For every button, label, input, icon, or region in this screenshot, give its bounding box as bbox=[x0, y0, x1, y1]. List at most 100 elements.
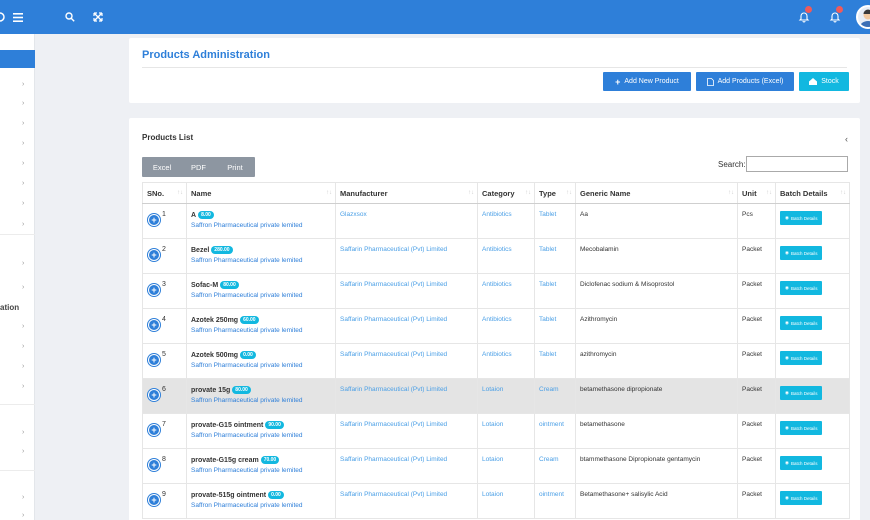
print-button[interactable]: Print bbox=[215, 157, 255, 177]
column-header-type[interactable]: Type ↑↓ bbox=[534, 182, 576, 204]
pdf-button[interactable]: PDF bbox=[182, 157, 215, 177]
column-header-unit[interactable]: Unit ↑↓ bbox=[737, 182, 776, 204]
batch-details-button[interactable]: ◉ Batch Details bbox=[780, 456, 823, 470]
stock-button[interactable]: Stock bbox=[799, 72, 849, 91]
type-link[interactable]: Tablet bbox=[539, 351, 556, 358]
chevron-right-icon[interactable]: › bbox=[22, 180, 24, 187]
search-input[interactable] bbox=[746, 156, 848, 172]
sidebar-divider bbox=[0, 470, 35, 471]
chevron-right-icon[interactable]: › bbox=[22, 383, 24, 390]
type-link[interactable]: ointment bbox=[539, 491, 564, 498]
column-header-sno[interactable]: SNo. ↑↓ bbox=[142, 182, 187, 204]
batch-details-button[interactable]: ◉ Batch Details bbox=[780, 491, 823, 505]
table-row[interactable]: +5 Azotek 500mg 0.00 Saffron Pharmaceutical… bbox=[142, 343, 850, 379]
category-link[interactable]: Lotaion bbox=[482, 491, 503, 498]
manufacturer-link[interactable]: Saffarin Pharmaceutical (Pvt) Limited bbox=[340, 316, 447, 323]
manufacturer-link[interactable]: Glazxsox bbox=[340, 211, 367, 218]
avatar[interactable] bbox=[856, 5, 870, 29]
add-products-excel-button[interactable]: Add Products (Excel) bbox=[696, 72, 794, 91]
chevron-right-icon[interactable]: › bbox=[22, 100, 24, 107]
chevron-right-icon[interactable]: › bbox=[22, 343, 24, 350]
excel-button[interactable]: Excel bbox=[142, 157, 182, 177]
table-row[interactable]: +7 provate-G15 ointment 90.00 Saffron Pharm… bbox=[142, 413, 850, 449]
chevron-right-icon[interactable]: › bbox=[22, 81, 24, 88]
column-header-batch-details[interactable]: Batch Details ↑↓ bbox=[775, 182, 850, 204]
manufacturer-link[interactable]: Saffarin Pharmaceutical (Pvt) Limited bbox=[340, 386, 447, 393]
chevron-right-icon[interactable]: › bbox=[22, 260, 24, 267]
type-link[interactable]: Cream bbox=[539, 386, 559, 393]
column-header-name[interactable]: Name ↑↓ bbox=[186, 182, 336, 204]
column-header-manufacturer[interactable]: Manufacturer ↑↓ bbox=[335, 182, 478, 204]
expand-row-icon[interactable]: + bbox=[149, 250, 159, 260]
expand-row-icon[interactable]: + bbox=[149, 495, 159, 505]
unit-cell: Packet bbox=[737, 448, 776, 484]
manufacturer-link[interactable]: Saffarin Pharmaceutical (Pvt) Limited bbox=[340, 246, 447, 253]
chevron-right-icon[interactable]: › bbox=[22, 448, 24, 455]
chevron-right-icon[interactable]: › bbox=[22, 140, 24, 147]
table-row[interactable]: +9 provate-515g ointment 0.00 Saffron Pharm… bbox=[142, 483, 850, 519]
sidebar-item-active[interactable] bbox=[0, 50, 35, 68]
menu-toggle-icon[interactable] bbox=[13, 0, 23, 34]
type-link[interactable]: Tablet bbox=[539, 281, 556, 288]
manufacturer-link[interactable]: Saffarin Pharmaceutical (Pvt) Limited bbox=[340, 456, 447, 463]
chevron-left-icon[interactable]: ‹ bbox=[845, 134, 848, 144]
expand-row-icon[interactable]: + bbox=[149, 460, 159, 470]
manufacturer-link[interactable]: Saffarin Pharmaceutical (Pvt) Limited bbox=[340, 491, 447, 498]
batch-details-button[interactable]: ◉ Batch Details bbox=[780, 421, 823, 435]
expand-row-icon[interactable]: + bbox=[149, 285, 159, 295]
batch-details-button[interactable]: ◉ Batch Details bbox=[780, 386, 823, 400]
product-company: Saffron Pharmaceutical private lemited bbox=[191, 292, 303, 299]
table-row[interactable]: +8 provate-G15g cream 70.00 Saffron Pharmac… bbox=[142, 448, 850, 484]
notification-badge bbox=[805, 6, 812, 13]
chevron-right-icon[interactable]: › bbox=[22, 160, 24, 167]
search-icon[interactable] bbox=[65, 0, 75, 34]
category-link[interactable]: Antibiotics bbox=[482, 246, 512, 253]
manufacturer-link[interactable]: Saffarin Pharmaceutical (Pvt) Limited bbox=[340, 351, 447, 358]
category-link[interactable]: Lotaion bbox=[482, 386, 503, 393]
type-link[interactable]: Tablet bbox=[539, 246, 556, 253]
column-header-generic-name[interactable]: Generic Name ↑↓ bbox=[575, 182, 738, 204]
chevron-right-icon[interactable]: › bbox=[22, 429, 24, 436]
type-link[interactable]: Tablet bbox=[539, 211, 556, 218]
expand-row-icon[interactable]: + bbox=[149, 425, 159, 435]
type-link[interactable]: ointment bbox=[539, 421, 564, 428]
category-cell: Lotaion bbox=[477, 413, 535, 449]
batch-details-button[interactable]: ◉ Batch Details bbox=[780, 281, 823, 295]
manufacturer-link[interactable]: Saffarin Pharmaceutical (Pvt) Limited bbox=[340, 421, 447, 428]
chevron-right-icon[interactable]: › bbox=[22, 363, 24, 370]
expand-row-icon[interactable]: + bbox=[149, 320, 159, 330]
batch-details-button[interactable]: ◉ Batch Details bbox=[780, 351, 823, 365]
batch-details-button[interactable]: ◉ Batch Details bbox=[780, 246, 823, 260]
chevron-right-icon[interactable]: › bbox=[22, 284, 24, 291]
expand-row-icon[interactable]: + bbox=[149, 390, 159, 400]
category-link[interactable]: Antibiotics bbox=[482, 316, 512, 323]
manufacturer-link[interactable]: Saffarin Pharmaceutical (Pvt) Limited bbox=[340, 281, 447, 288]
table-row[interactable]: +3 Sofac-M 80.00 Saffron Pharmaceutical pri… bbox=[142, 273, 850, 309]
chevron-right-icon[interactable]: › bbox=[22, 120, 24, 127]
expand-row-icon[interactable]: + bbox=[149, 355, 159, 365]
type-link[interactable]: Tablet bbox=[539, 316, 556, 323]
table-row[interactable]: +2 Bezel 280.00 Saffron Pharmaceutical priv… bbox=[142, 238, 850, 274]
batch-details-button[interactable]: ◉ Batch Details bbox=[780, 316, 823, 330]
batch-details-button[interactable]: ◉ Batch Details bbox=[780, 211, 823, 225]
category-link[interactable]: Antibiotics bbox=[482, 281, 512, 288]
product-company: Saffron Pharmaceutical private lemited bbox=[191, 257, 303, 264]
column-header-category[interactable]: Category ↑↓ bbox=[477, 182, 535, 204]
product-name: Azotek 250mg bbox=[191, 316, 239, 324]
chevron-right-icon[interactable]: › bbox=[22, 221, 24, 228]
add-new-product-button[interactable]: + Add New Product bbox=[603, 72, 691, 91]
chevron-right-icon[interactable]: › bbox=[22, 200, 24, 207]
fullscreen-icon[interactable] bbox=[93, 0, 103, 34]
chevron-right-icon[interactable]: › bbox=[22, 323, 24, 330]
chevron-right-icon[interactable]: › bbox=[22, 494, 24, 501]
category-link[interactable]: Antibiotics bbox=[482, 211, 512, 218]
category-link[interactable]: Lotaion bbox=[482, 421, 503, 428]
expand-row-icon[interactable]: + bbox=[149, 215, 159, 225]
table-row[interactable]: +1 A 8.00 Saffron Pharmaceutical private le… bbox=[142, 203, 850, 239]
chevron-right-icon[interactable]: › bbox=[22, 512, 24, 519]
category-link[interactable]: Lotaion bbox=[482, 456, 503, 463]
category-link[interactable]: Antibiotics bbox=[482, 351, 512, 358]
type-link[interactable]: Cream bbox=[539, 456, 559, 463]
table-row[interactable]: +6 provate 15g 80.00 Saffron Pharmaceutical… bbox=[142, 378, 850, 414]
table-row[interactable]: +4 Azotek 250mg 60.00 Saffron Pharmaceutica… bbox=[142, 308, 850, 344]
